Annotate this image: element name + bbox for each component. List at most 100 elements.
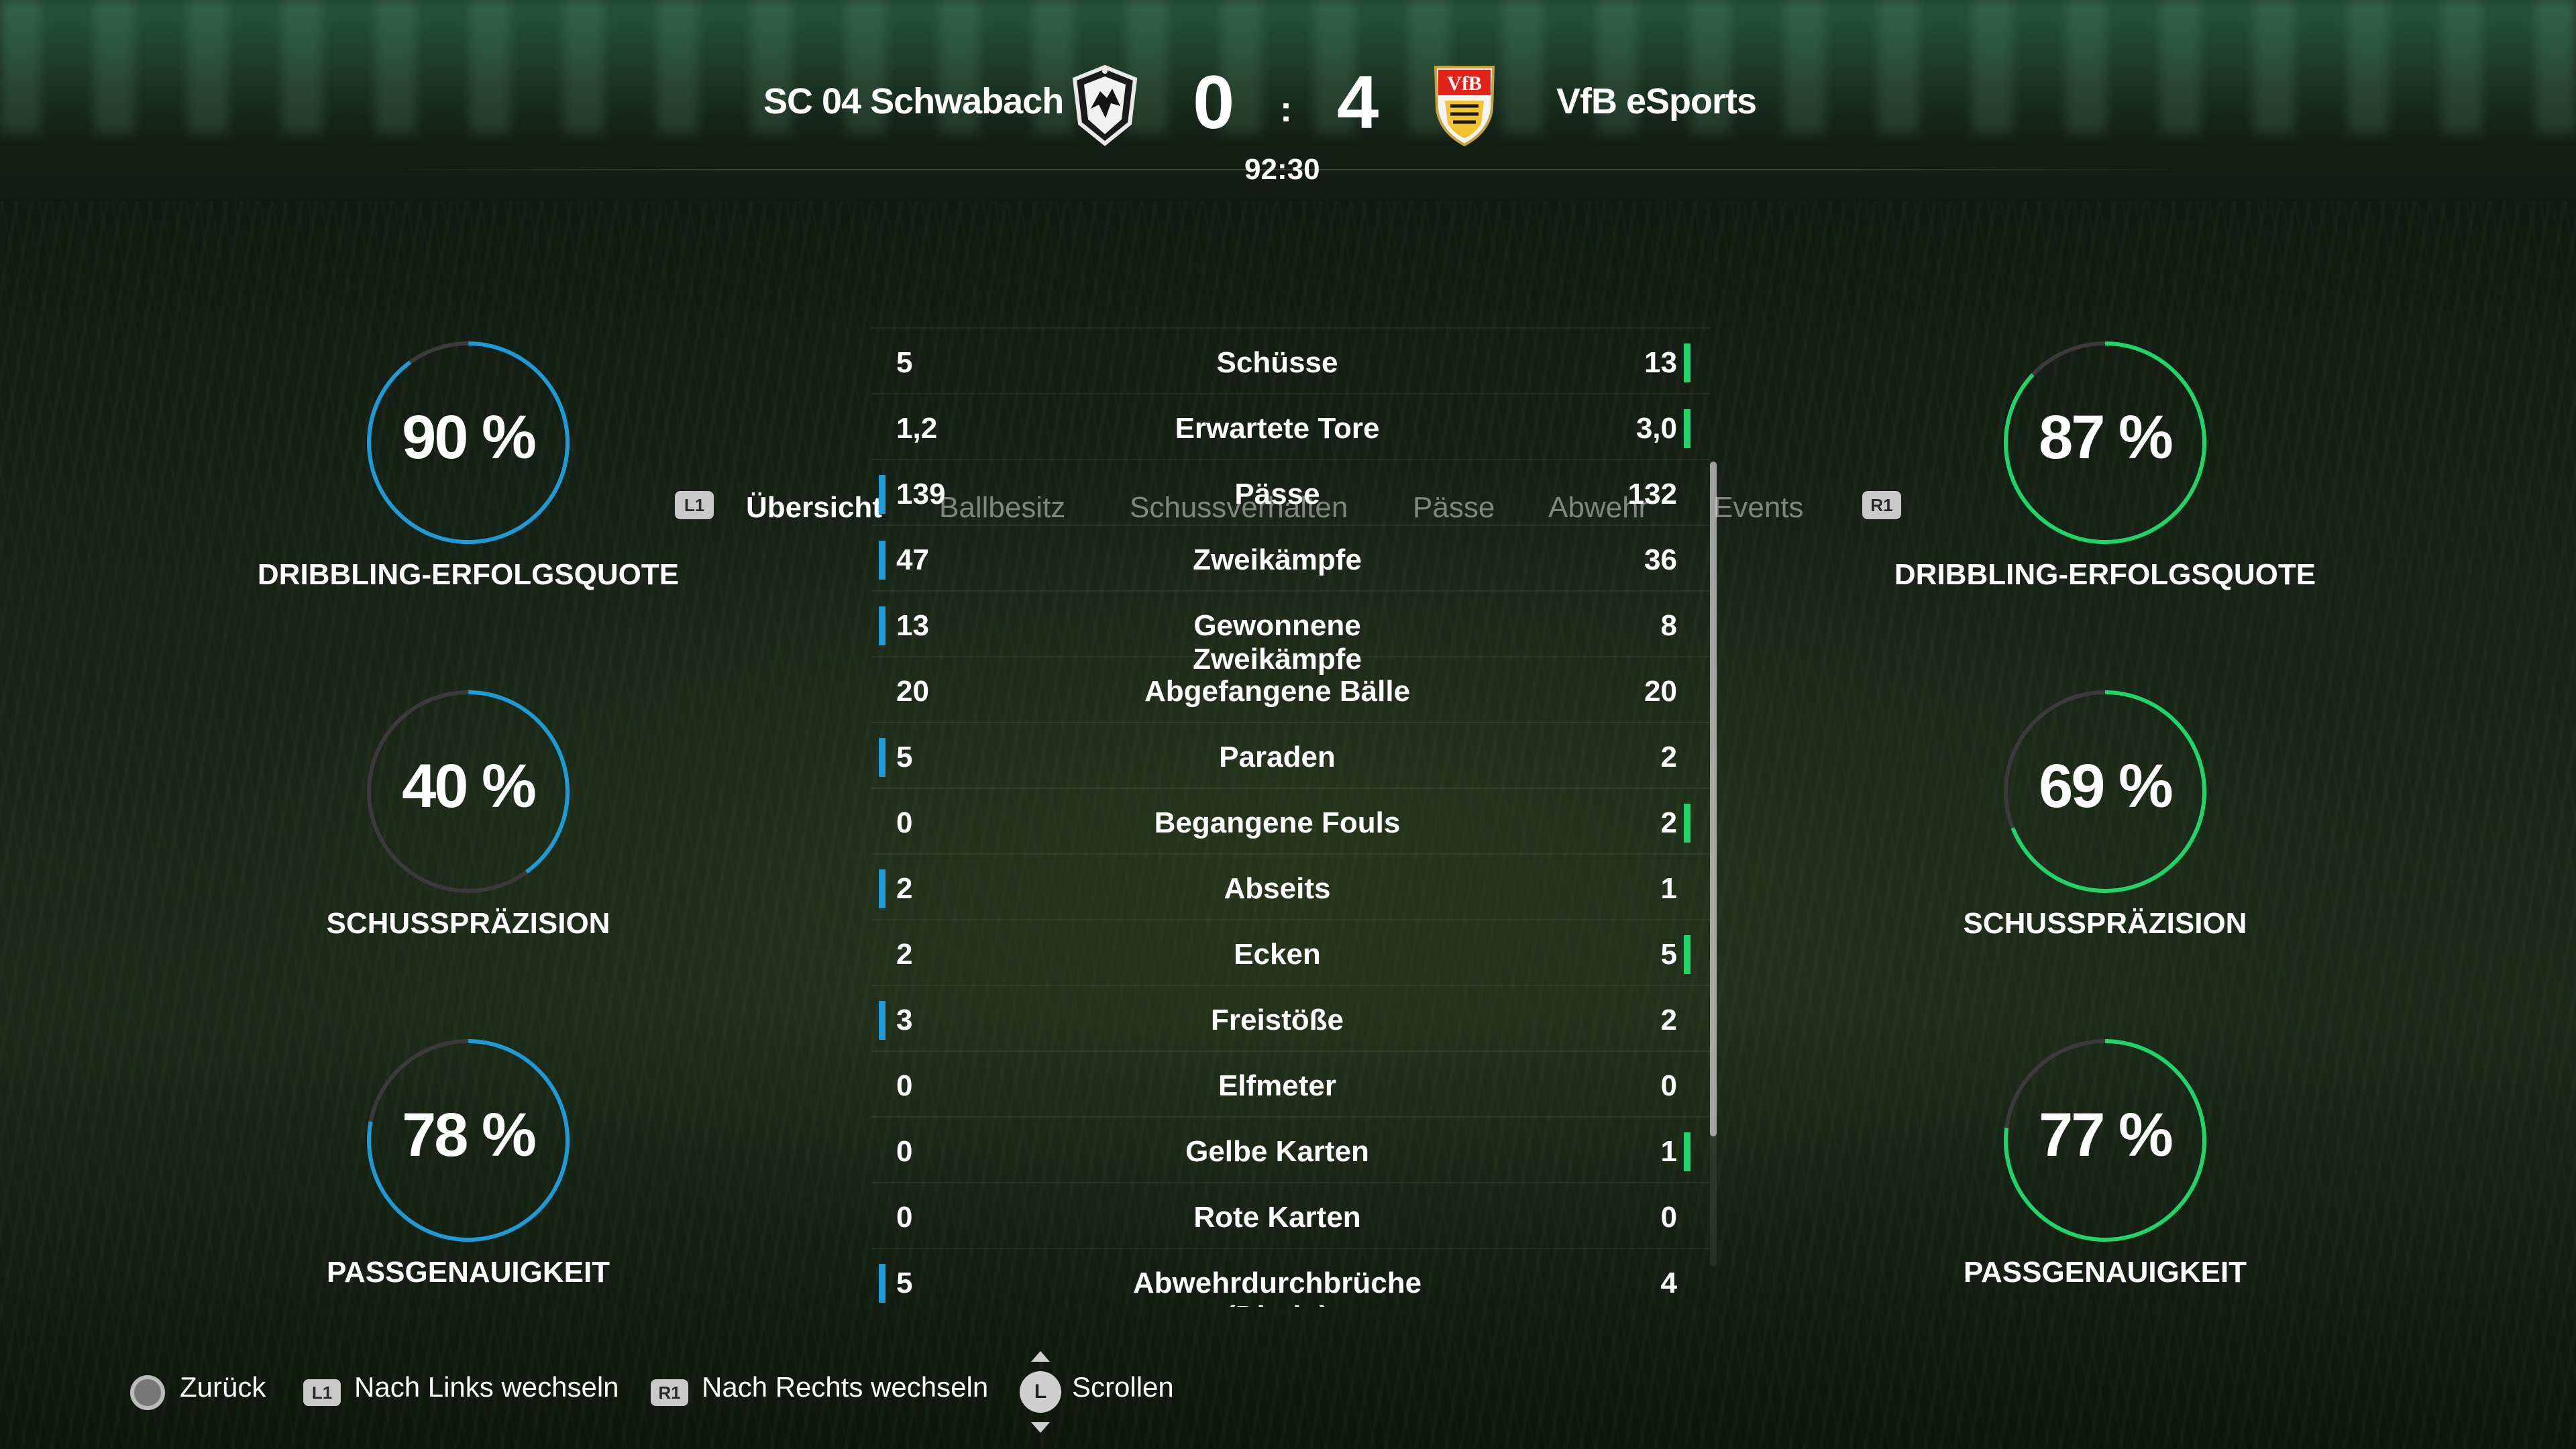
stat-home-value: 2 [896,938,913,971]
away-leader-bar [1684,343,1690,382]
stat-away-value: 1 [1660,872,1677,905]
stat-home-value: 0 [896,1201,913,1234]
stat-home-value: 5 [896,1267,913,1299]
home-leader-bar [879,606,885,645]
away-crest-icon: VfB [1428,62,1501,149]
home-leader-bar [879,738,885,777]
circle-button-icon[interactable] [130,1375,165,1410]
stat-away-value: 3,0 [1635,412,1677,445]
stat-row: 3 Freistöße 2 [871,985,1711,1052]
away-leader-bar [1684,935,1690,974]
stat-row: 0 Begangene Fouls 2 [871,788,1711,855]
stat-away-value: 1 [1660,1135,1677,1168]
home-ring-dribbling: 90 % DRIBBLING-ERFOLGSQUOTE [233,335,703,644]
away-score: 4 [1337,60,1379,144]
stat-away-value: 13 [1644,346,1677,379]
stat-home-value: 2 [896,872,913,905]
away-shot-accuracy-label: SCHUSSPRÄZISION [1963,907,2247,940]
away-leader-bar [1684,804,1690,843]
stats-table[interactable]: 5 Schüsse 13 1,2 Erwartete Tore 3,0 139 Pässe 13… [871,327,1711,1307]
stat-label: Schüsse [1216,346,1338,379]
home-pass-accuracy-label: PASSGENAUIGKEIT [326,1256,610,1289]
away-dribbling-label: DRIBBLING-ERFOLGSQUOTE [1894,558,2316,591]
stat-label: Freistöße [1210,1004,1344,1036]
stat-label: Abwehrdurchbrüche (Direkt) [1132,1267,1422,1307]
home-score: 0 [1193,60,1235,144]
stat-row: 0 Gelbe Karten 1 [871,1116,1711,1183]
score-separator: : [1280,89,1292,129]
stat-label: Erwartete Tore [1175,412,1380,445]
scroll-down-arrow-icon [1031,1422,1050,1433]
away-leader-bar [1684,1132,1690,1171]
tab-events[interactable]: Events [1713,491,1804,525]
stat-label: Rote Karten [1193,1201,1361,1234]
switch-right-hint[interactable]: Nach Rechts wechseln [702,1371,988,1403]
stat-home-value: 0 [896,1069,913,1102]
stat-row: 1,2 Erwartete Tore 3,0 [871,393,1711,460]
stats-scrollbar-thumb[interactable] [1710,462,1717,1136]
stat-away-value: 0 [1660,1069,1677,1102]
stat-away-value: 0 [1660,1201,1677,1234]
stat-row: 2 Abseits 1 [871,853,1711,920]
scroll-up-arrow-icon [1031,1351,1050,1362]
stat-label: Abseits [1224,872,1331,905]
home-dribbling-value: 90 % [402,403,537,472]
away-pass-accuracy-label: PASSGENAUIGKEIT [1963,1256,2247,1289]
stat-home-value: 0 [896,806,913,839]
away-ring-dribbling: 87 % DRIBBLING-ERFOLGSQUOTE [1870,335,2340,644]
home-ring-pass-accuracy: 78 % PASSGENAUIGKEIT [233,1033,703,1342]
home-pass-accuracy-value: 78 % [402,1101,537,1169]
scoreboard-divider [376,169,2200,170]
home-shot-accuracy-value: 40 % [402,752,537,820]
stat-row: 13 Gewonnene Zweikämpfe 8 [871,590,1711,676]
left-stick-icon[interactable]: L [1020,1371,1061,1413]
stat-row: 0 Rote Karten 0 [871,1182,1711,1249]
stat-label: Paraden [1219,741,1336,773]
stat-label: Gelbe Karten [1185,1135,1369,1168]
stat-home-value: 1,2 [896,412,938,445]
tab-overview[interactable]: Übersicht [746,491,882,525]
home-leader-bar [879,1264,885,1303]
stat-away-value: 20 [1644,675,1677,708]
stat-home-value: 5 [896,741,913,773]
away-ring-shot-accuracy: 69 % SCHUSSPRÄZISION [1870,684,2340,993]
away-shot-accuracy-value: 69 % [2039,752,2174,820]
stat-away-value: 5 [1660,938,1677,971]
stat-label: Zweikämpfe [1193,543,1362,576]
stat-away-value: 132 [1627,478,1677,511]
stat-label: Begangene Fouls [1154,806,1401,839]
stat-away-value: 8 [1660,609,1677,642]
home-team-name: SC 04 Schwabach [763,81,1064,121]
stat-label: Elfmeter [1218,1069,1337,1102]
stat-row: 47 Zweikämpfe 36 [871,525,1711,592]
stat-row: 5 Paraden 2 [871,722,1711,789]
stat-row: 139 Pässe 132 [871,459,1711,526]
back-hint[interactable]: Zurück [180,1371,266,1403]
home-leader-bar [879,869,885,908]
stat-row: 2 Ecken 5 [871,919,1711,986]
r1-hint-icon[interactable]: R1 [651,1379,688,1406]
stat-row: 5 Schüsse 13 [871,327,1711,394]
scoreboard: SC 04 Schwabach 0 : 4 VfB VfB eSports 92… [0,0,2576,201]
stat-away-value: 2 [1660,741,1677,773]
svg-text:VfB: VfB [1447,72,1482,95]
home-crest-icon [1068,62,1142,149]
l1-hint-icon[interactable]: L1 [303,1379,341,1406]
home-leader-bar [879,1001,885,1040]
switch-left-hint[interactable]: Nach Links wechseln [354,1371,619,1403]
scroll-hint[interactable]: Scrollen [1072,1371,1174,1403]
away-ring-pass-accuracy: 77 % PASSGENAUIGKEIT [1870,1033,2340,1342]
stats-tab-bar: L1 Übersicht Ballbesitz Schussverhalten … [0,241,2576,524]
home-leader-bar [879,541,885,580]
away-pass-accuracy-value: 77 % [2039,1101,2174,1169]
away-team-name: VfB eSports [1556,81,1757,121]
stat-home-value: 20 [896,675,929,708]
stat-row: 5 Abwehrdurchbrüche (Direkt) 4 [871,1248,1711,1307]
stat-away-value: 4 [1660,1267,1677,1299]
stat-home-value: 3 [896,1004,913,1036]
stat-home-value: 139 [896,478,946,511]
stat-away-value: 2 [1660,1004,1677,1036]
home-shot-accuracy-label: SCHUSSPRÄZISION [326,907,610,940]
away-leader-bar [1684,409,1690,448]
stat-away-value: 36 [1644,543,1677,576]
